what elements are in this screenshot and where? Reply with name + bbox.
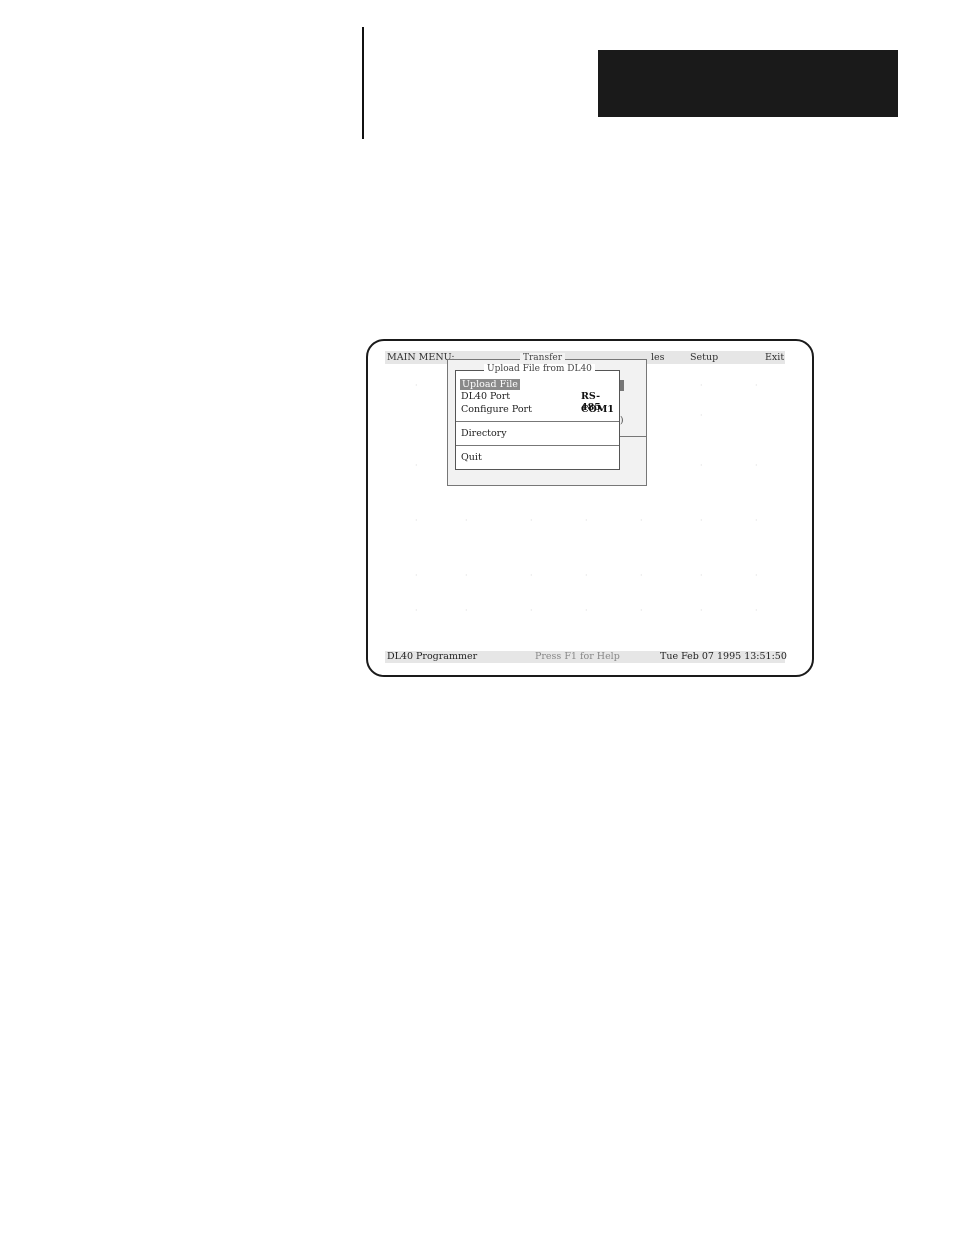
upload-dialog-title: Upload File from DL40 bbox=[484, 364, 595, 374]
transfer-dialog-title: Transfer bbox=[520, 353, 566, 363]
transfer-partial-text: ) bbox=[620, 416, 624, 426]
status-help-hint: Press F1 for Help bbox=[535, 651, 620, 662]
chapter-tab-block bbox=[598, 50, 898, 117]
menu-item-upload-file[interactable]: Upload File bbox=[460, 379, 520, 390]
menu-item-quit[interactable]: Quit bbox=[461, 452, 482, 463]
menu-item-dl40-port[interactable]: DL40 Port bbox=[461, 391, 510, 402]
scrollbar-thumb[interactable] bbox=[620, 380, 624, 391]
menu-item-directory[interactable]: Directory bbox=[461, 428, 507, 439]
status-datetime: Tue Feb 07 1995 13:51:50 bbox=[660, 651, 787, 662]
status-bar: DL40 Programmer Press F1 for Help Tue Fe… bbox=[385, 651, 787, 663]
menu-exit[interactable]: Exit bbox=[765, 352, 784, 363]
upload-divider-2 bbox=[456, 445, 619, 446]
menu-item-configure-port[interactable]: Configure Port bbox=[461, 404, 532, 415]
transfer-divider bbox=[618, 436, 646, 437]
menu-setup[interactable]: Setup bbox=[690, 352, 718, 363]
menu-files[interactable]: les bbox=[651, 352, 665, 363]
terminal-screen: MAIN MENU: les Setup Exit · · · · · · · … bbox=[385, 351, 787, 663]
page-vertical-rule bbox=[362, 27, 364, 139]
configure-port-value: COM1 bbox=[581, 404, 614, 415]
upload-divider-1 bbox=[456, 421, 619, 422]
upload-dialog: Upload File from DL40 Upload File DL40 P… bbox=[455, 364, 620, 470]
main-menu-label: MAIN MENU: bbox=[387, 352, 455, 363]
status-app-name: DL40 Programmer bbox=[387, 651, 478, 662]
